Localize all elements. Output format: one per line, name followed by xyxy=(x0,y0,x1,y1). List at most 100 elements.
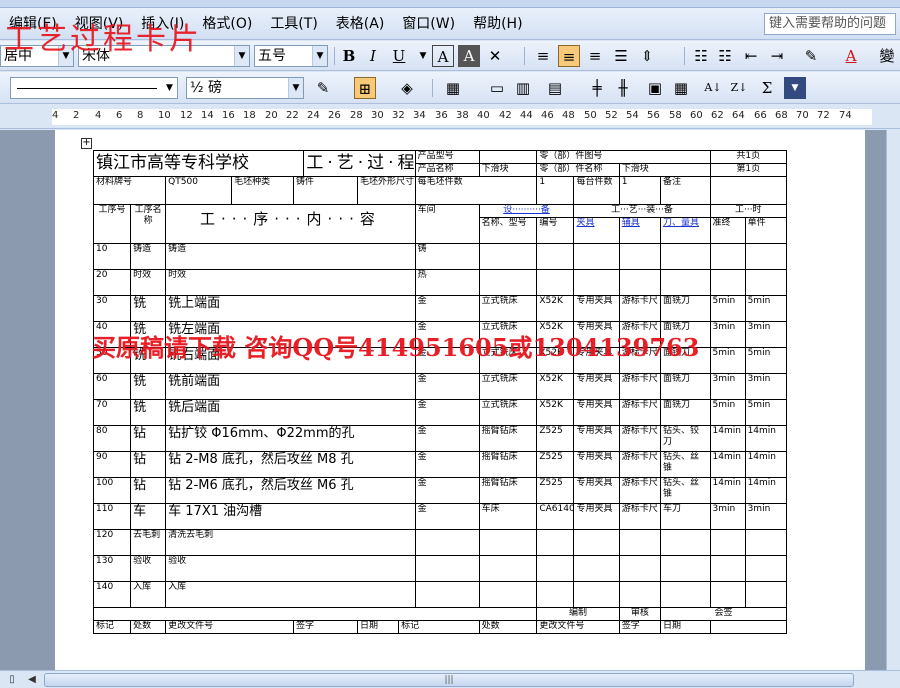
line-weight-select[interactable]: ½ 磅 ▼ xyxy=(186,77,304,99)
cell-gauge: 游标卡尺 xyxy=(618,321,662,348)
header-time: 工···时 xyxy=(709,204,788,218)
cell-unit-time xyxy=(744,243,788,270)
formatting-toolbar: 居中 ▼ 宋体 ▼ 五号 ▼ B I U ▼ A A ✕ ≡ ≡ ≡ ☰ ⇕ ☷… xyxy=(0,41,900,71)
font-size-select[interactable]: 五号 ▼ xyxy=(254,45,328,67)
ruler-number: 70 xyxy=(796,110,809,121)
char-border-button[interactable]: A xyxy=(432,45,454,67)
ruler-number: 64 xyxy=(732,110,745,121)
menu-window[interactable]: 窗口(W) xyxy=(393,12,464,36)
menu-format[interactable]: 格式(O) xyxy=(193,12,261,36)
underline-dropdown-icon[interactable]: ▼ xyxy=(412,45,434,67)
menu-tools[interactable]: 工具(T) xyxy=(261,12,326,36)
scale-icon[interactable]: ✕ xyxy=(484,45,506,67)
insert-table-icon[interactable]: ▦ xyxy=(442,77,464,99)
align-cell-icon[interactable]: ▤ xyxy=(544,77,566,99)
product-model-value xyxy=(478,150,538,164)
material-label: 材料牌号 xyxy=(92,176,167,205)
cell-fixture xyxy=(573,243,620,270)
bullets-icon[interactable]: ☷ xyxy=(714,45,736,67)
distribute-icon[interactable]: ☰ xyxy=(610,45,632,67)
font-color-button[interactable]: A xyxy=(840,45,862,67)
cell-unit-time: 3min xyxy=(744,503,788,530)
menu-table[interactable]: 表格(A) xyxy=(327,12,394,36)
cell-gauge xyxy=(618,243,662,270)
bold-button[interactable]: B xyxy=(338,45,360,67)
italic-button[interactable]: I xyxy=(362,45,384,67)
cell-tool: 面铣刀 xyxy=(660,347,711,374)
table-row: 70 铣铣后端面金立式铣床 X52K 专用夹具 游标卡尺 面铣刀 5min 5min xyxy=(92,399,788,426)
help-search-input[interactable]: 键入需要帮助的问题 xyxy=(764,13,896,35)
char-shading-button[interactable]: A xyxy=(458,45,480,67)
pen-color-icon[interactable]: ✎ xyxy=(312,77,334,99)
cell-equipment-no xyxy=(536,269,575,296)
header-prep-time: 准终 xyxy=(709,217,746,244)
ruler-number: 52 xyxy=(605,110,618,121)
cell-step-no: 40 xyxy=(92,321,132,348)
ruler-number: 20 xyxy=(265,110,278,121)
font-select[interactable]: 宋体 ▼ xyxy=(78,45,250,67)
line-spacing-icon[interactable]: ⇕ xyxy=(636,45,658,67)
menu-insert[interactable]: 插入(I) xyxy=(132,12,193,36)
ruler-number: 46 xyxy=(541,110,554,121)
split-cells-icon[interactable]: ▥ xyxy=(512,77,534,99)
align-right-icon[interactable]: ≡ xyxy=(584,45,606,67)
show-gridlines-icon[interactable]: ▦ xyxy=(670,77,692,99)
align-center-icon[interactable]: ≡ xyxy=(558,45,580,67)
cell-step-content: 钻 2-M8 底孔，然后攻丝 M8 孔 xyxy=(165,451,416,478)
cell-prep-time: 3min xyxy=(709,321,746,348)
scroll-left-icon[interactable]: ◀ xyxy=(24,672,40,688)
style-select[interactable]: 居中 ▼ xyxy=(0,45,74,67)
ruler-number: 32 xyxy=(392,110,405,121)
table-move-handle-icon[interactable]: + xyxy=(81,138,92,149)
scroll-thumb[interactable]: ||| xyxy=(44,673,854,687)
phonetic-icon[interactable]: 變 xyxy=(876,45,898,67)
borders-icon[interactable]: ⊞ xyxy=(354,77,376,99)
shading-color-icon[interactable]: ◈ xyxy=(396,77,418,99)
remark-value xyxy=(709,176,788,205)
table-autoformat-icon[interactable]: ▣ xyxy=(644,77,666,99)
cell-workshop xyxy=(414,529,480,556)
cell-step-content: 验收 xyxy=(165,555,416,582)
footer-mark-2: 标记 xyxy=(398,620,480,634)
part-no-label: 零（部）件图号 xyxy=(536,150,711,164)
blank-type-value: 铸件 xyxy=(293,176,358,205)
document-area: + 镇江市高等专科学校 工·艺·过·程·卡 产品型号 零（部）件图号 共1页 产… xyxy=(0,130,900,670)
horizontal-scrollbar[interactable]: ▯ ◀ ||| xyxy=(0,670,900,688)
vertical-scrollbar[interactable] xyxy=(886,130,900,670)
cell-tool: 面铣刀 xyxy=(660,373,711,400)
underline-button[interactable]: U xyxy=(388,45,410,67)
decrease-indent-icon[interactable]: ⇤ xyxy=(740,45,762,67)
horizontal-ruler[interactable]: 4 2 4 6 8 10 12 14 16 18 20 22 24 26 28 30 32 34 36 38 40 42 4… xyxy=(0,105,900,129)
distribute-columns-icon[interactable]: ╫ xyxy=(612,77,634,99)
menu-edit[interactable]: 编辑(E) xyxy=(0,12,66,36)
distribute-rows-icon[interactable]: ╪ xyxy=(586,77,608,99)
toolbar-options-icon[interactable]: ▼ xyxy=(784,77,806,99)
cell-unit-time: 14min xyxy=(744,477,788,504)
table-row: 90 钻钻 2-M8 底孔，然后攻丝 M8 孔金摇臂钻床 Z525 专用夹具 游标卡尺钻… xyxy=(92,451,788,478)
cell-fixture: 专用夹具 xyxy=(573,321,620,348)
cell-tool: 面铣刀 xyxy=(660,321,711,348)
autosum-button[interactable]: Σ xyxy=(756,77,778,99)
sort-ascending-icon[interactable]: A↓ xyxy=(702,77,724,99)
per-unit-value: 1 xyxy=(618,176,662,205)
view-mode-icon[interactable]: ▯ xyxy=(4,672,20,688)
cell-step-name: 铸造 xyxy=(130,243,167,270)
cell-equipment: 立式铣床 xyxy=(478,399,538,426)
align-justify-icon[interactable]: ≡ xyxy=(532,45,554,67)
compile-spacer xyxy=(92,607,538,621)
merge-cells-icon[interactable]: ▭ xyxy=(486,77,508,99)
line-style-select[interactable]: ▼ xyxy=(10,77,178,99)
cell-gauge xyxy=(618,529,662,556)
cell-step-no: 100 xyxy=(92,477,132,504)
menu-help[interactable]: 帮助(H) xyxy=(464,12,531,36)
document-page[interactable]: + 镇江市高等专科学校 工·艺·过·程·卡 产品型号 零（部）件图号 共1页 产… xyxy=(55,130,865,670)
increase-indent-icon[interactable]: ⇥ xyxy=(766,45,788,67)
ruler-number: 50 xyxy=(584,110,597,121)
header-equipment-no: 编号 xyxy=(536,217,575,244)
highlight-icon[interactable]: ✎ xyxy=(800,45,822,67)
sort-descending-icon[interactable]: Z↓ xyxy=(728,77,750,99)
numbering-icon[interactable]: ☷ xyxy=(690,45,712,67)
font-value: 宋体 xyxy=(82,48,110,64)
cell-unit-time: 3min xyxy=(744,373,788,400)
menu-view[interactable]: 视图(V) xyxy=(66,12,133,36)
